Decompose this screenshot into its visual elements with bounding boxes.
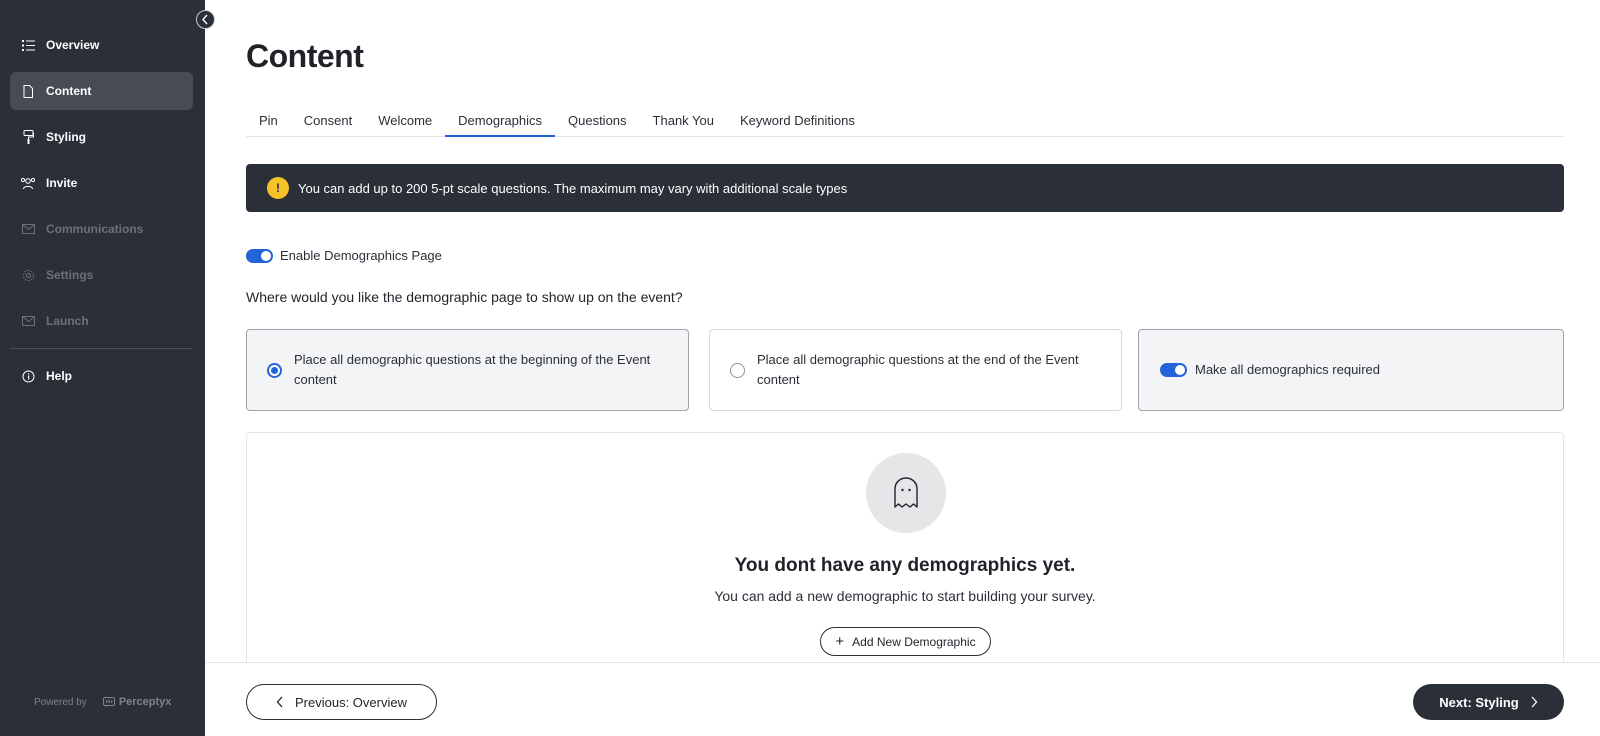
sidebar-item-label: Content (46, 84, 92, 98)
radio-beginning[interactable] (267, 362, 282, 378)
warning-icon: ! (267, 177, 289, 199)
required-label: Make all demographics required (1195, 362, 1380, 377)
radio-end[interactable] (730, 362, 745, 378)
brand-icon (102, 696, 115, 707)
tab-welcome[interactable]: Welcome (365, 106, 445, 137)
previous-label: Previous: Overview (295, 694, 407, 710)
empty-state-title: You dont have any demographics yet. (734, 555, 1076, 576)
sidebar-item-label: Overview (46, 38, 100, 52)
add-new-demographic-label: Add New Demographic (852, 634, 976, 649)
placement-option-end[interactable]: Place all demographic questions at the e… (709, 329, 1122, 411)
powered-by: Powered by Perceptyx (34, 696, 171, 708)
placement-option-beginning[interactable]: Place all demographic questions at the b… (246, 329, 689, 411)
brand-name: Perceptyx (118, 696, 172, 708)
empty-state: You dont have any demographics yet. You … (246, 432, 1564, 672)
sidebar-item-help[interactable]: Help (10, 357, 193, 395)
sidebar-item-label: Invite (46, 176, 78, 190)
info-banner: ! You can add up to 200 5-pt scale quest… (246, 164, 1564, 212)
sidebar-item-content[interactable]: Content (10, 72, 193, 110)
users-icon (19, 176, 37, 190)
chevron-left-icon (276, 696, 284, 708)
ghost-icon (866, 453, 946, 533)
banner-text: You can add up to 200 5-pt scale questio… (298, 180, 848, 196)
next-button[interactable]: Next: Styling (1413, 684, 1564, 720)
sidebar-item-styling[interactable]: Styling (10, 118, 193, 156)
tab-demographics[interactable]: Demographics (445, 106, 555, 137)
sidebar-item-communications[interactable]: Communications (10, 210, 193, 248)
main-content: Content Pin Consent Welcome Demographics… (205, 0, 1600, 736)
sidebar-item-overview[interactable]: Overview (10, 26, 193, 64)
sidebar-item-label: Communications (46, 222, 144, 236)
sidebar-item-label: Help (46, 369, 73, 383)
sidebar: Overview Content Styling Invite Communic… (0, 0, 205, 736)
enable-demographics-label: Enable Demographics Page (280, 248, 442, 263)
sidebar-item-settings[interactable]: Settings (10, 256, 193, 294)
chevron-right-icon (1530, 696, 1538, 708)
plus-icon: + (835, 633, 845, 650)
footer-bar: Previous: Overview Next: Styling (205, 662, 1600, 736)
placement-option-label: Place all demographic questions at the e… (757, 352, 1079, 387)
sidebar-item-label: Styling (46, 130, 87, 144)
previous-button[interactable]: Previous: Overview (246, 684, 437, 720)
next-label: Next: Styling (1439, 694, 1519, 710)
sidebar-item-label: Launch (46, 314, 89, 328)
content-tabs: Pin Consent Welcome Demographics Questio… (246, 106, 1564, 137)
tab-keyword-definitions[interactable]: Keyword Definitions (727, 106, 868, 137)
envelope-icon (19, 314, 37, 328)
empty-state-subtitle: You can add a new demographic to start b… (714, 588, 1096, 604)
enable-demographics-row: Enable Demographics Page (246, 248, 442, 263)
tab-consent[interactable]: Consent (291, 106, 365, 137)
enable-demographics-toggle[interactable] (246, 248, 273, 263)
sidebar-divider (10, 348, 193, 349)
placement-question: Where would you like the demographic pag… (246, 289, 683, 305)
list-icon (19, 38, 37, 52)
sidebar-item-launch[interactable]: Launch (10, 302, 193, 340)
page-title: Content (246, 38, 364, 74)
document-icon (19, 84, 37, 98)
sidebar-item-invite[interactable]: Invite (10, 164, 193, 202)
required-toggle[interactable] (1160, 363, 1187, 377)
required-option: Make all demographics required (1138, 329, 1564, 411)
envelope-icon (19, 222, 37, 236)
tab-questions[interactable]: Questions (555, 106, 640, 137)
brand-logo: Perceptyx (102, 696, 172, 708)
info-icon (19, 369, 37, 383)
tab-pin[interactable]: Pin (246, 106, 291, 137)
sidebar-nav: Overview Content Styling Invite Communic… (10, 26, 193, 403)
sidebar-item-label: Settings (46, 268, 94, 282)
chevron-left-icon (202, 14, 208, 25)
paint-roller-icon (19, 130, 37, 144)
collapse-sidebar-button[interactable] (196, 10, 215, 29)
tab-thank-you[interactable]: Thank You (640, 106, 727, 137)
powered-by-label: Powered by (34, 696, 87, 708)
placement-option-label: Place all demographic questions at the b… (294, 352, 651, 387)
gear-icon (19, 268, 37, 282)
add-new-demographic-button[interactable]: + Add New Demographic (820, 627, 991, 656)
